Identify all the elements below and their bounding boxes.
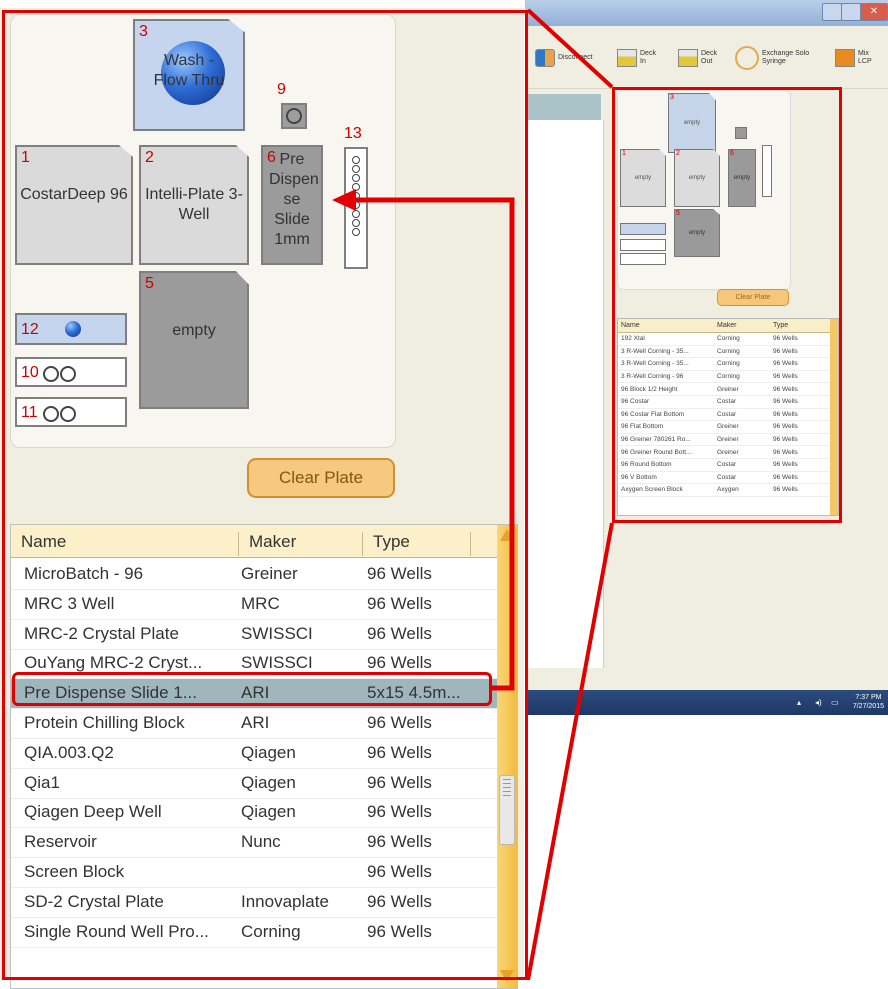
- mix-lcp-label: Mix LCP: [858, 50, 872, 65]
- exchange-label: Exchange Solo Syringe: [762, 50, 810, 65]
- mix-lcp-button[interactable]: Mix LCP: [835, 44, 887, 72]
- network-icon[interactable]: ▭: [831, 698, 839, 707]
- deck-out-label: Deck Out: [701, 50, 717, 65]
- clock-date: 7/27/2015: [852, 703, 884, 710]
- toolbar: Disconnect Deck In Deck Out Exchange Sol…: [525, 26, 888, 89]
- exchange-icon: [735, 46, 759, 70]
- taskbar: ▴ ◂) ▭ 7:37 PM 7/27/2015: [525, 690, 888, 715]
- title-bar: ✕: [525, 0, 888, 26]
- deck-out-button[interactable]: Deck Out: [678, 44, 728, 72]
- zoom-highlight-frame: [2, 10, 528, 980]
- clock[interactable]: 7:37 PM 7/27/2015: [853, 693, 884, 711]
- deck-in-button[interactable]: Deck In: [617, 44, 665, 72]
- deck-in-icon: [617, 49, 637, 67]
- source-highlight-frame: [612, 87, 842, 523]
- close-button[interactable]: ✕: [860, 3, 888, 21]
- disconnect-label: Disconnect: [558, 54, 593, 61]
- deck-out-icon: [678, 49, 698, 67]
- deck-in-label: Deck In: [640, 50, 656, 65]
- volume-icon[interactable]: ◂): [815, 698, 822, 707]
- window-controls: ✕: [822, 3, 888, 21]
- panel-header: [525, 94, 601, 120]
- disconnect-icon: [535, 49, 555, 67]
- selected-row-highlight: [12, 672, 492, 706]
- disconnect-button[interactable]: Disconnect: [535, 44, 593, 72]
- minimize-button[interactable]: [822, 3, 842, 21]
- clock-time: 7:37 PM: [855, 694, 882, 701]
- arrow-right-icon: [835, 49, 855, 67]
- maximize-button[interactable]: [841, 3, 861, 21]
- tray-arrow-icon[interactable]: ▴: [797, 698, 801, 707]
- exchange-syringe-button[interactable]: Exchange Solo Syringe: [735, 40, 827, 76]
- left-panel: [525, 120, 604, 668]
